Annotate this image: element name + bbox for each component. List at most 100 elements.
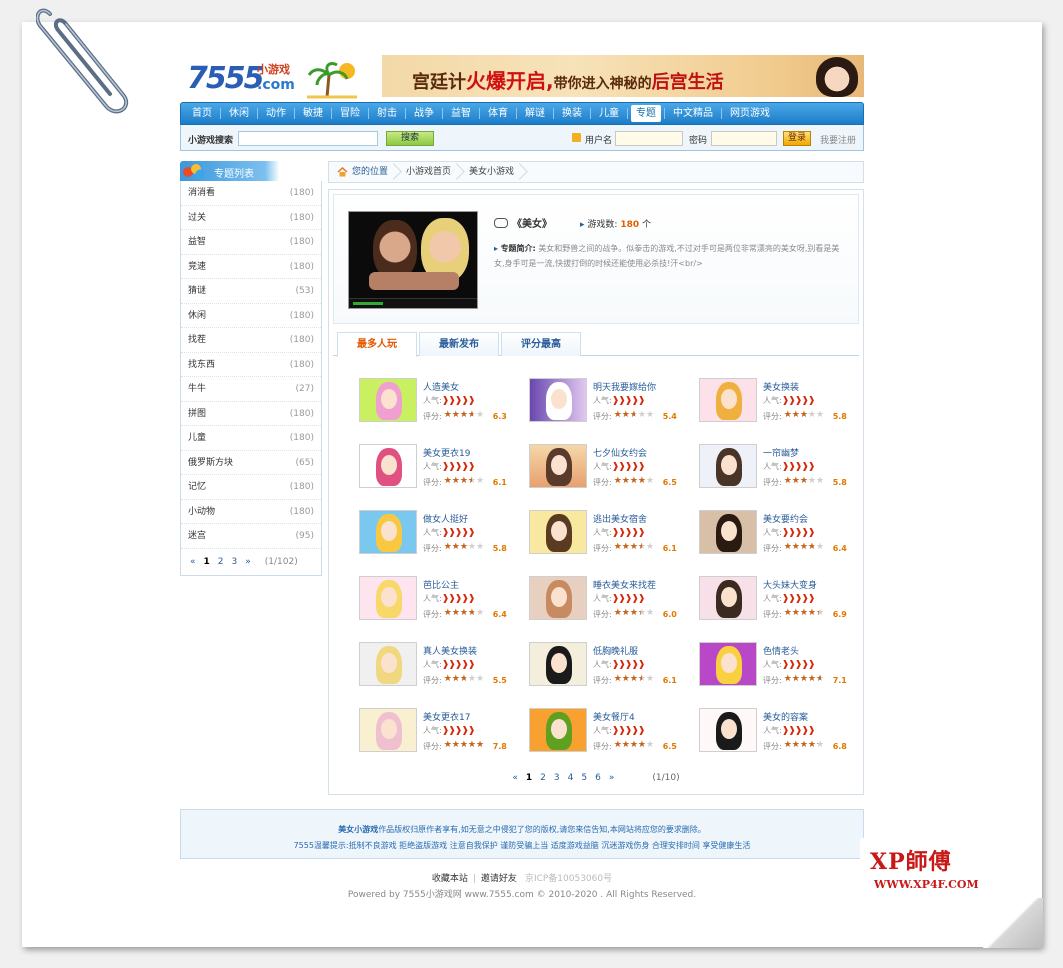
login-button[interactable]: 登录	[783, 131, 811, 146]
sidebar-item[interactable]: 益智 (180)	[181, 230, 321, 255]
topic-thumbnail[interactable]	[348, 211, 478, 309]
sidebar-item[interactable]: 迷宫 (95)	[181, 524, 321, 549]
game-card[interactable]: 低胸晚礼服人气:❱❱❱❱❱ 评分:★★★★★★★★★★6.1	[529, 638, 699, 694]
tab[interactable]: 最新发布	[419, 332, 499, 356]
sidebar-item[interactable]: 记忆 (180)	[181, 475, 321, 500]
ad-banner[interactable]: 宫廷计火爆开启,带你进入神秘的后宫生活	[382, 55, 864, 97]
game-card[interactable]: 美女的容案人气:❱❱❱❱❱ 评分:★★★★★★★★★★6.8	[699, 704, 869, 760]
game-card[interactable]: 明天我要嫁给你人气:❱❱❱❱❱ 评分:★★★★★★★★★★5.4	[529, 374, 699, 430]
nav-item[interactable]: 专题	[631, 105, 661, 122]
game-card[interactable]: 美女要约会人气:❱❱❱❱❱ 评分:★★★★★★★★★★6.4	[699, 506, 869, 562]
breadcrumb-home[interactable]: 小游戏首页	[402, 161, 465, 183]
nav-item[interactable]: 儿童	[594, 105, 624, 122]
sidebar-item[interactable]: 找茬 (180)	[181, 328, 321, 353]
game-thumbnail[interactable]	[359, 444, 417, 488]
game-card[interactable]: 色情老头 人气:❱❱❱❱❱ 评分: ★★★★★ ★★★★★ 7.1	[699, 638, 869, 694]
sidebar-item[interactable]: 找东西 (180)	[181, 353, 321, 377]
nav-item[interactable]: 首页	[187, 105, 217, 122]
game-thumbnail[interactable]	[359, 642, 417, 686]
game-thumbnail[interactable]	[529, 576, 587, 620]
nav-item[interactable]: 益智	[446, 105, 476, 122]
game-card[interactable]: 芭比公主人气:❱❱❱❱❱ 评分:★★★★★★★★★★6.4	[359, 572, 529, 628]
game-title[interactable]: 大头妹大变身	[763, 578, 817, 591]
sidebar-item[interactable]: 牛牛 (27)	[181, 377, 321, 402]
breadcrumb-current[interactable]: 美女小游戏	[465, 161, 528, 183]
sidebar-item[interactable]: 俄罗斯方块 (65)	[181, 451, 321, 475]
game-title[interactable]: 低胸晚礼服	[593, 644, 638, 657]
game-thumbnail[interactable]	[699, 510, 757, 554]
game-thumbnail[interactable]	[359, 378, 417, 422]
pager-page[interactable]: 1	[204, 557, 210, 567]
game-title[interactable]: 明天我要嫁给你	[593, 380, 656, 393]
sidebar-item[interactable]: 消消看 (180)	[181, 181, 321, 206]
game-title[interactable]: 七夕仙女约会	[593, 446, 647, 459]
pager-next[interactable]: »	[609, 773, 615, 783]
pager-prev[interactable]: «	[512, 773, 518, 783]
nav-item[interactable]: 冒险	[335, 105, 365, 122]
game-thumbnail[interactable]	[529, 510, 587, 554]
game-title[interactable]: 逃出美女宿舍	[593, 512, 647, 525]
game-title[interactable]: 做女人挺好	[423, 512, 468, 525]
game-title[interactable]: 美女餐厅4	[593, 710, 635, 723]
pager-page[interactable]: 1	[526, 773, 532, 783]
pager-next[interactable]: »	[245, 557, 251, 567]
game-card[interactable]: 睡衣美女来找茬人气:❱❱❱❱❱ 评分:★★★★★★★★★★6.0	[529, 572, 699, 628]
game-title[interactable]: 人造美女	[423, 380, 459, 393]
pager-page[interactable]: 3	[232, 557, 238, 567]
pager-page[interactable]: 4	[568, 773, 574, 783]
game-card[interactable]: 美女更衣17 人气:❱❱❱❱❱ 评分: ★★★★★ ★★★★★ 7.8	[359, 704, 529, 760]
game-title[interactable]: 美女要约会	[763, 512, 808, 525]
username-input[interactable]	[615, 131, 683, 146]
sidebar-item[interactable]: 拼图 (180)	[181, 402, 321, 426]
nav-item[interactable]: 体育	[483, 105, 513, 122]
nav-item[interactable]: 战争	[409, 105, 439, 122]
game-thumbnail[interactable]	[359, 708, 417, 752]
pager-page[interactable]: 3	[554, 773, 560, 783]
password-input[interactable]	[711, 131, 777, 146]
game-thumbnail[interactable]	[699, 378, 757, 422]
game-card[interactable]: 逃出美女宿舍人气:❱❱❱❱❱ 评分:★★★★★★★★★★6.1	[529, 506, 699, 562]
sidebar-item[interactable]: 竞速 (180)	[181, 255, 321, 279]
site-logo[interactable]: 7555 小游戏 .com	[185, 57, 357, 99]
pager-page[interactable]: 6	[595, 773, 601, 783]
pager-page[interactable]: 2	[218, 557, 224, 567]
nav-item[interactable]: 换装	[557, 105, 587, 122]
nav-item[interactable]: 射击	[372, 105, 402, 122]
game-title[interactable]: 一帘幽梦	[763, 446, 799, 459]
game-thumbnail[interactable]	[529, 378, 587, 422]
tab[interactable]: 最多人玩	[337, 332, 417, 357]
game-card[interactable]: 大头妹大变身人气:❱❱❱❱❱ 评分:★★★★★★★★★★6.9	[699, 572, 869, 628]
game-thumbnail[interactable]	[359, 576, 417, 620]
sidebar-item[interactable]: 休闲 (180)	[181, 304, 321, 328]
game-thumbnail[interactable]	[699, 444, 757, 488]
game-thumbnail[interactable]	[699, 642, 757, 686]
nav-item[interactable]: 解谜	[520, 105, 550, 122]
game-card[interactable]: 人造美女人气:❱❱❱❱❱ 评分:★★★★★★★★★★6.3	[359, 374, 529, 430]
game-title[interactable]: 睡衣美女来找茬	[593, 578, 656, 591]
nav-item[interactable]: 动作	[261, 105, 291, 122]
invite-link[interactable]: 邀请好友	[481, 874, 517, 884]
bookmark-link[interactable]: 收藏本站	[432, 874, 468, 884]
nav-item[interactable]: 休闲	[224, 105, 254, 122]
game-card[interactable]: 七夕仙女约会人气:❱❱❱❱❱ 评分:★★★★★★★★★★6.5	[529, 440, 699, 496]
nav-item[interactable]: 网页游戏	[725, 105, 775, 122]
game-title[interactable]: 芭比公主	[423, 578, 459, 591]
pager-page[interactable]: 2	[540, 773, 546, 783]
sidebar-item[interactable]: 小动物 (180)	[181, 500, 321, 524]
search-input[interactable]	[238, 131, 378, 146]
game-thumbnail[interactable]	[529, 444, 587, 488]
search-button[interactable]: 搜索	[386, 131, 434, 146]
tab[interactable]: 评分最高	[501, 332, 581, 356]
game-card[interactable]: 美女换装人气:❱❱❱❱❱ 评分:★★★★★★★★★★5.8	[699, 374, 869, 430]
game-thumbnail[interactable]	[529, 642, 587, 686]
register-link[interactable]: 我要注册	[820, 133, 856, 146]
sidebar-item[interactable]: 猜谜 (53)	[181, 279, 321, 304]
game-thumbnail[interactable]	[359, 510, 417, 554]
game-title[interactable]: 美女的容案	[763, 710, 808, 723]
game-title[interactable]: 色情老头	[763, 644, 799, 657]
sidebar-item[interactable]: 过关 (180)	[181, 206, 321, 230]
game-card[interactable]: 一帘幽梦人气:❱❱❱❱❱ 评分:★★★★★★★★★★5.8	[699, 440, 869, 496]
game-card[interactable]: 做女人挺好人气:❱❱❱❱❱ 评分:★★★★★★★★★★5.8	[359, 506, 529, 562]
game-thumbnail[interactable]	[699, 708, 757, 752]
game-thumbnail[interactable]	[699, 576, 757, 620]
